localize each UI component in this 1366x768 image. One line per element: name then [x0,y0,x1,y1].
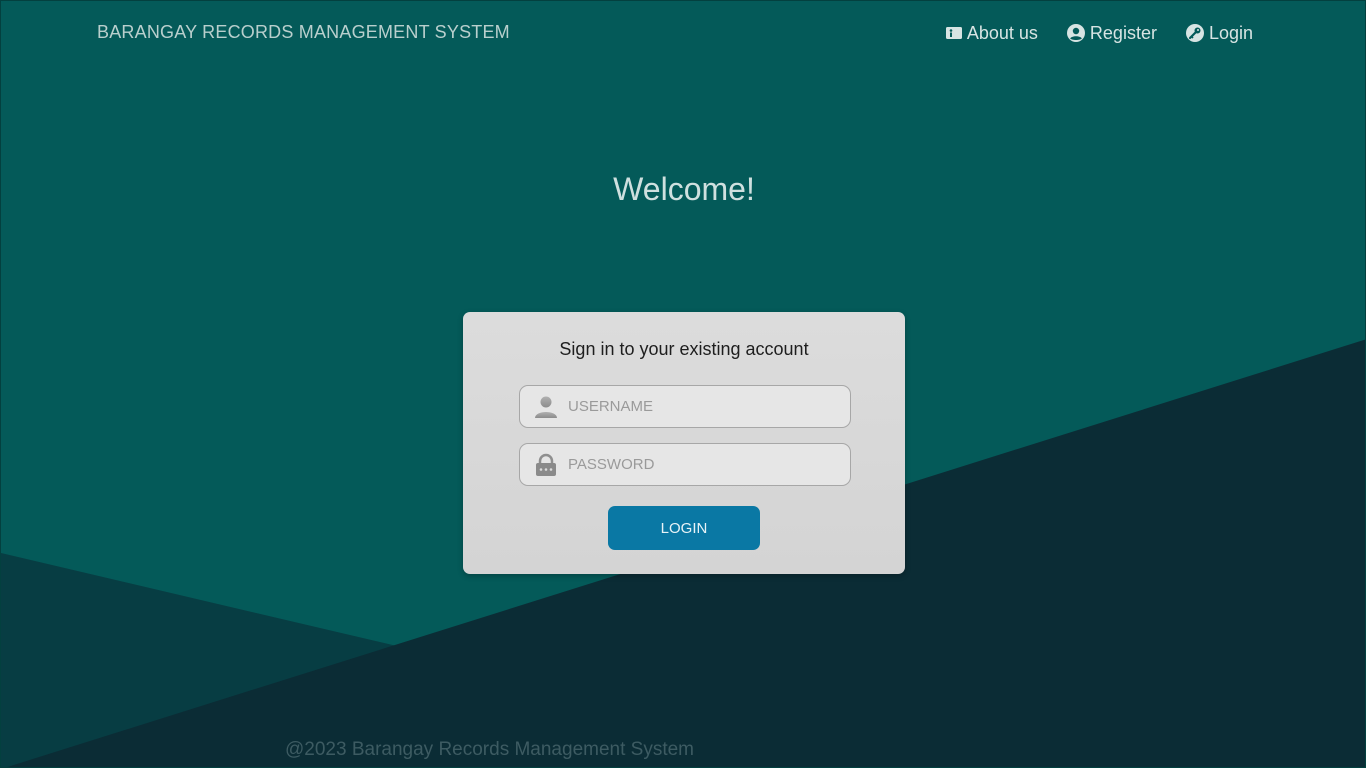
nav-register[interactable]: Register [1066,21,1157,45]
nav-login[interactable]: Login [1185,21,1253,45]
login-card: Sign in to your existing account USERNAM… [463,312,905,574]
username-field-wrapper [519,385,851,428]
username-input[interactable] [568,398,838,415]
login-button[interactable]: LOGIN [608,506,760,550]
nav-about-us[interactable]: About us [945,21,1038,45]
info-card-icon [945,25,963,41]
nav-login-label: Login [1208,22,1253,43]
lock-icon [533,452,559,478]
password-input[interactable] [568,456,838,473]
welcome-heading: Welcome! [613,171,755,207]
nav-register-label: Register [1089,22,1157,43]
user-icon [533,394,559,420]
top-nav: About us Register Login [945,21,1253,45]
login-card-title: Sign in to your existing account [559,339,809,359]
page: BARANGAY RECORDS MANAGEMENT SYSTEM About… [0,0,1366,768]
nav-about-us-label: About us [966,22,1038,43]
password-field-wrapper [519,443,851,486]
footer-copyright: @2023 Barangay Records Management System [285,739,695,760]
brand-title: BARANGAY RECORDS MANAGEMENT SYSTEM [97,22,510,42]
key-icon [1185,23,1205,43]
user-circle-icon [1066,23,1086,43]
